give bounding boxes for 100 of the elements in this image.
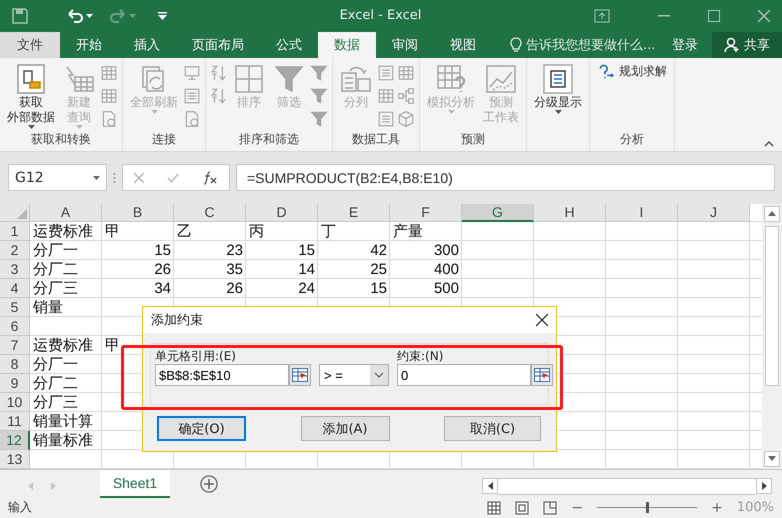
collapse-icon[interactable] [764, 140, 774, 147]
table-cell-text: 15 [153, 240, 172, 260]
column-header[interactable]: G [462, 204, 534, 222]
table-cell-text: 500 [432, 278, 460, 298]
normal-view-icon[interactable] [487, 500, 502, 515]
table-cell-text: 分厂一 [32, 354, 79, 374]
name-box[interactable]: G12 [8, 164, 107, 192]
next-sheet-icon[interactable] [51, 482, 56, 490]
add-sheet-button[interactable] [200, 474, 218, 493]
row-header[interactable]: 1 [0, 222, 30, 241]
table-cell-text: 乙 [176, 222, 193, 241]
table-cell-text: 42 [369, 240, 388, 260]
column-header[interactable]: A [30, 204, 102, 222]
column-header[interactable]: H [534, 204, 606, 222]
row-header[interactable]: 3 [0, 260, 30, 279]
row-header[interactable]: 12 [0, 430, 30, 450]
caret-icon [93, 176, 100, 180]
ribbon-tab[interactable]: 视图 [434, 32, 492, 58]
lightbulb-icon [510, 36, 522, 53]
row-header[interactable]: 5 [0, 298, 30, 317]
page-break-icon[interactable] [543, 500, 558, 515]
dialog-button[interactable]: 取消(C) [444, 416, 541, 441]
sign-in-link[interactable]: 登录 [666, 32, 704, 58]
table-cell-text: 丙 [248, 222, 265, 241]
range-picker-button[interactable] [289, 364, 311, 386]
ribbon-tab[interactable]: 页面布局 [176, 32, 260, 58]
horizontal-scrollbar[interactable] [498, 478, 756, 495]
close-icon [758, 10, 770, 22]
zoom-in-button[interactable]: + [711, 500, 723, 516]
column-header[interactable]: F [390, 204, 462, 222]
dialog-button[interactable]: 添加(A) [300, 416, 390, 441]
ribbon-button[interactable]: 分级显示 [531, 60, 585, 116]
status-mode: 输入 [8, 499, 33, 516]
select-all-button[interactable] [0, 204, 30, 222]
table-cell-text: 分厂三 [32, 392, 79, 412]
file-tab[interactable]: 文件 [0, 32, 60, 58]
column-header[interactable]: D [246, 204, 318, 222]
operator-dropdown[interactable]: > = [319, 364, 389, 386]
ribbon-tab[interactable]: 开始 [60, 32, 118, 58]
page-layout-icon[interactable] [515, 500, 530, 515]
table-cell-text: 分厂一 [32, 240, 79, 260]
group-label: 连接 [151, 130, 177, 148]
range-picker-button[interactable] [531, 364, 553, 386]
table-cell-text: 运费标准 [32, 222, 94, 241]
column-header[interactable]: B [102, 204, 174, 222]
insert-function-button[interactable] [202, 170, 218, 185]
caret-icon [768, 456, 776, 462]
cell-reference-field[interactable]: $B$8:$E$10 [155, 364, 289, 386]
column-header[interactable]: J [678, 204, 750, 222]
ribbon-tab[interactable]: 公式 [260, 32, 318, 58]
caret-icon [28, 124, 34, 129]
tell-me-field[interactable]: 告诉我您想要做什么... [526, 36, 656, 54]
ribbon-button[interactable]: 规划求解 [594, 60, 670, 83]
row-header[interactable]: 6 [0, 316, 30, 336]
ribbon-tab[interactable]: 审阅 [376, 32, 434, 58]
zoom-thumb[interactable] [646, 502, 649, 514]
row-header[interactable]: 4 [0, 278, 30, 298]
row-header[interactable]: 8 [0, 354, 30, 374]
scroll-up-button[interactable] [764, 206, 780, 222]
scroll-down-button[interactable] [764, 450, 780, 467]
sheet-tab[interactable]: Sheet1 [100, 470, 170, 498]
person-plus-icon [724, 36, 740, 53]
scroll-left-button[interactable] [482, 478, 498, 494]
column-header[interactable]: E [318, 204, 390, 222]
row-header[interactable]: 9 [0, 374, 30, 393]
enter-button[interactable] [166, 172, 179, 183]
checkmark-icon [166, 172, 179, 183]
ribbon-tab[interactable]: 数据 [318, 32, 376, 58]
row-header[interactable]: 7 [0, 336, 30, 355]
table-cell-text: 甲 [104, 336, 121, 355]
column-header[interactable]: C [174, 204, 246, 222]
row-header[interactable]: 10 [0, 392, 30, 412]
sort-icon [233, 62, 265, 95]
cancel-button[interactable] [134, 172, 144, 183]
line-chart-icon [485, 62, 517, 95]
row-header[interactable]: 2 [0, 240, 30, 260]
formula-field[interactable]: =SUMPRODUCT(B2:E4,B8:E10) [236, 164, 775, 192]
zoom-out-button[interactable]: − [571, 500, 584, 516]
close-button[interactable] [536, 314, 548, 326]
scrollbar-thumb[interactable] [765, 226, 779, 386]
ribbon-button[interactable]: 获取 外部数据 [4, 60, 58, 131]
caret-icon [158, 12, 167, 20]
minimize-icon [658, 14, 670, 17]
range-select-icon [292, 368, 308, 382]
table-cell-text: 产量 [392, 222, 424, 241]
constraint-field[interactable]: 0 [397, 364, 531, 386]
ribbon-tab[interactable]: 插入 [118, 32, 176, 58]
row-header[interactable]: 13 [0, 450, 30, 469]
scroll-right-button[interactable] [756, 478, 772, 494]
vertical-scrollbar[interactable] [762, 204, 782, 469]
dialog-button[interactable]: 确定(O) [157, 416, 246, 441]
ribbon-display-icon [594, 8, 610, 23]
share-button[interactable]: 共享 [712, 32, 782, 58]
row-header[interactable]: 11 [0, 412, 30, 431]
caret-icon [150, 110, 158, 114]
table-cell-text: 丁 [320, 222, 337, 241]
previous-sheet-icon[interactable] [28, 482, 33, 490]
table-cell-text: 35 [225, 260, 244, 279]
column-header[interactable]: I [606, 204, 678, 222]
zoom-level: 100% [736, 500, 774, 516]
